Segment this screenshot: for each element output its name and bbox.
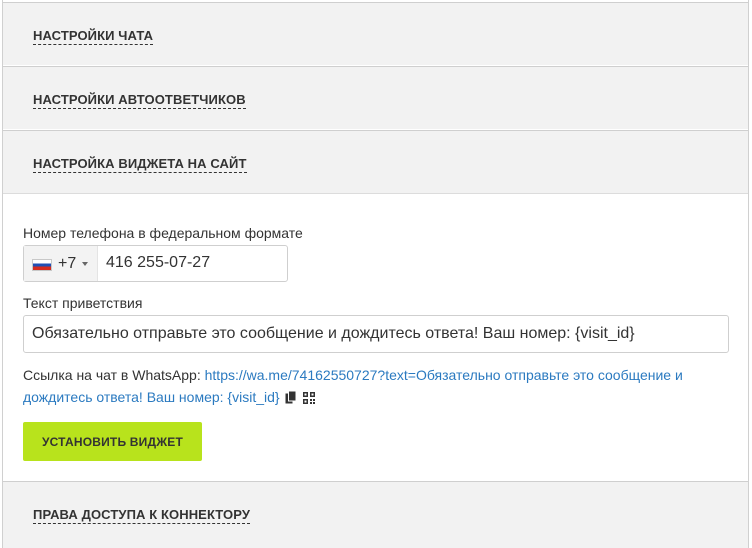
greeting-input[interactable]: Обязательно отправьте это сообщение и до… — [23, 315, 729, 353]
phone-label: Номер телефона в федеральном формате — [23, 225, 303, 241]
section-connector-access[interactable]: ПРАВА ДОСТУПА К КОННЕКТОРУ — [3, 481, 748, 548]
widget-settings-body: Номер телефона в федеральном формате +7 … — [3, 194, 748, 481]
country-selector[interactable]: +7 — [24, 246, 98, 281]
phone-value[interactable]: 416 255-07-27 — [106, 254, 210, 272]
chevron-down-icon — [82, 262, 88, 266]
section-chat-settings[interactable]: НАСТРОЙКИ ЧАТА — [3, 2, 748, 65]
section-title-connector-access[interactable]: ПРАВА ДОСТУПА К КОННЕКТОРУ — [33, 508, 251, 524]
section-title-chat-settings[interactable]: НАСТРОЙКИ ЧАТА — [33, 29, 154, 45]
russia-flag-icon — [32, 259, 52, 271]
phone-input[interactable]: +7 416 255-07-27 — [23, 245, 288, 282]
section-title-autoresponder-settings[interactable]: НАСТРОЙКИ АВТООТВЕТЧИКОВ — [33, 93, 246, 109]
section-widget-settings[interactable]: НАСТРОЙКА ВИДЖЕТА НА САЙТ — [3, 130, 748, 194]
greeting-value[interactable]: Обязательно отправьте это сообщение и до… — [32, 325, 635, 343]
country-dial-code: +7 — [58, 255, 77, 272]
greeting-label: Текст приветствия — [23, 295, 143, 311]
whatsapp-link-block: Ссылка на чат в WhatsApp: https://wa.me/… — [23, 364, 713, 410]
settings-panel: НАСТРОЙКИ ЧАТА НАСТРОЙКИ АВТООТВЕТЧИКОВ … — [2, 0, 749, 548]
section-autoresponder-settings[interactable]: НАСТРОЙКИ АВТООТВЕТЧИКОВ — [3, 66, 748, 129]
qr-code-icon[interactable] — [303, 388, 316, 410]
install-widget-button[interactable]: УСТАНОВИТЬ ВИДЖЕТ — [23, 422, 202, 461]
whatsapp-link-label: Ссылка на чат в WhatsApp: — [23, 367, 205, 383]
copy-icon[interactable] — [285, 388, 297, 410]
section-title-widget-settings[interactable]: НАСТРОЙКА ВИДЖЕТА НА САЙТ — [33, 157, 247, 173]
